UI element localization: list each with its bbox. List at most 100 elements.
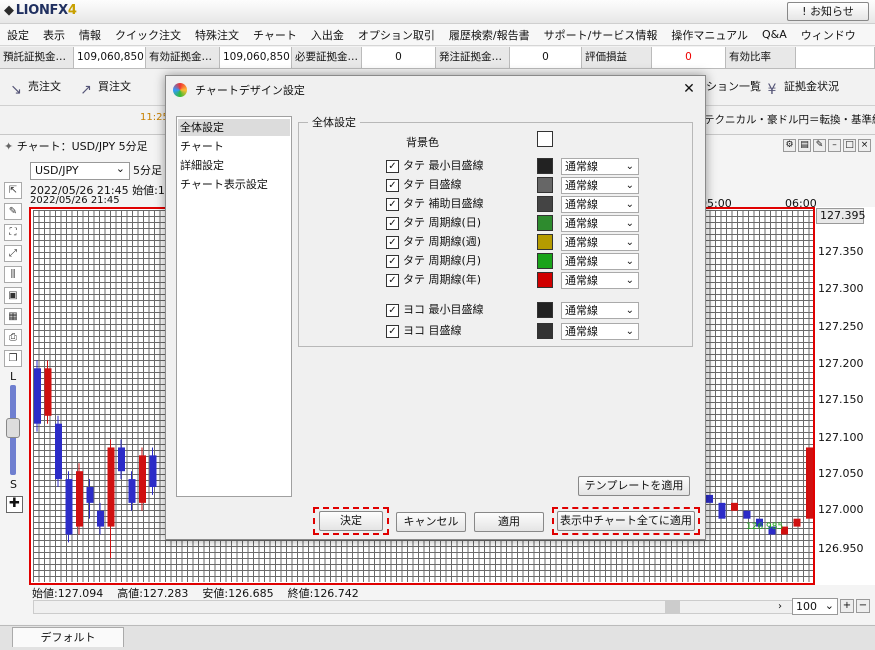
high-value: 高値:127.283 — [117, 587, 189, 600]
line-style-value: 通常線 — [565, 325, 598, 338]
price-tick-label: 127.200 — [818, 357, 864, 370]
line-style-value: 通常線 — [565, 217, 598, 230]
candle-body — [743, 510, 751, 519]
zoom-select[interactable]: 100 ⌄ — [792, 598, 838, 615]
tab-default[interactable]: デフォルト — [12, 627, 124, 647]
chevron-down-icon: ⌄ — [625, 218, 634, 229]
line-style-select[interactable]: 通常線 ⌄ — [561, 253, 639, 270]
line-style-select[interactable]: 通常線 ⌄ — [561, 302, 639, 319]
line-style-select[interactable]: 通常線 ⌄ — [561, 215, 639, 232]
apply-template-button[interactable]: テンプレートを適用 — [578, 476, 690, 496]
candle-body — [806, 447, 813, 519]
settings-nav-item[interactable]: 詳細設定 — [178, 157, 290, 174]
chevron-down-icon: ⌄ — [625, 180, 634, 191]
grid-line-setting: ✓ タテ 周期線(週) — [386, 234, 481, 250]
grid-line-checkbox[interactable]: ✓ — [386, 324, 399, 338]
grid-line-label: ヨコ 最小目盛線 — [403, 303, 484, 316]
settings-nav-item[interactable]: チャート — [178, 138, 290, 155]
apply-button[interactable]: 適用 — [474, 512, 544, 532]
last-price-label: 127.395 — [816, 208, 866, 224]
price-tick-label: 127.300 — [818, 282, 864, 295]
candle-body — [139, 455, 146, 503]
scrollbar-thumb[interactable] — [665, 600, 680, 614]
grid-line-label: ヨコ 目盛線 — [403, 324, 462, 337]
line-color-swatch[interactable] — [537, 302, 553, 318]
line-color-swatch[interactable] — [537, 234, 553, 250]
grid-line-setting: ✓ タテ 周期線(年) — [386, 272, 481, 288]
line-style-select[interactable]: 通常線 ⌄ — [561, 158, 639, 175]
line-style-value: 通常線 — [565, 160, 598, 173]
candle-body — [86, 487, 94, 503]
price-tick-label: 127.050 — [818, 467, 864, 480]
price-tick-label: 126.950 — [818, 542, 864, 555]
time-label: 06:00 — [785, 197, 817, 210]
app-window: ◆ LIONFX4 ! お知らせ 設定 表示 情報 クイック注文 特殊注文 チャート 入出金オ… — [0, 0, 875, 650]
grid-line-label: タテ 周期線(週) — [403, 235, 482, 248]
line-color-swatch[interactable] — [537, 323, 553, 339]
candle-body — [44, 368, 52, 416]
line-style-select[interactable]: 通常線 ⌄ — [561, 323, 639, 340]
indicator-price-label: 126.985 — [746, 522, 784, 532]
grid-line-checkbox[interactable]: ✓ — [386, 159, 399, 173]
dialog-close-button[interactable]: ✕ — [680, 80, 698, 98]
candle-body — [793, 518, 801, 527]
line-style-select[interactable]: 通常線 ⌄ — [561, 196, 639, 213]
price-tick-label: 127.250 — [818, 320, 864, 333]
line-style-select[interactable]: 通常線 ⌄ — [561, 177, 639, 194]
grid-line-setting: ✓ タテ 最小目盛線 — [386, 158, 484, 174]
price-tick-label: 127.000 — [818, 503, 864, 516]
low-value: 安値:126.685 — [202, 587, 274, 600]
line-color-swatch[interactable] — [537, 272, 553, 288]
candle-body — [128, 479, 136, 503]
price-tick-label: 127.100 — [818, 431, 864, 444]
grid-line-checkbox[interactable]: ✓ — [386, 303, 399, 317]
candle-body — [107, 447, 115, 527]
zoom-buttons: + − — [840, 599, 870, 613]
candle-body — [149, 455, 157, 488]
cancel-button[interactable]: キャンセル — [396, 512, 466, 532]
candle-body — [706, 494, 713, 503]
layout-tab-bar — [0, 625, 875, 650]
grid-line-label: タテ 周期線(日) — [403, 216, 482, 229]
grid-line-setting: ✓ タテ 補助目盛線 — [386, 196, 484, 212]
zoom-in-icon[interactable]: + — [840, 599, 854, 613]
line-style-value: 通常線 — [565, 179, 598, 192]
grid-line-setting: ✓ タテ 周期線(日) — [386, 215, 481, 231]
grid-line-checkbox[interactable]: ✓ — [386, 273, 399, 287]
group-label: 全体設定 — [308, 114, 360, 130]
line-color-swatch[interactable] — [537, 215, 553, 231]
line-color-swatch[interactable] — [537, 177, 553, 193]
grid-line-label: タテ 周期線(月) — [403, 254, 482, 267]
price-tick-label: 127.150 — [818, 393, 864, 406]
grid-line-label: タテ 周期線(年) — [403, 273, 482, 286]
ok-button[interactable]: 決定 — [319, 511, 383, 531]
candle-body — [731, 502, 738, 511]
grid-line-label: タテ 補助目盛線 — [403, 197, 484, 210]
grid-line-checkbox[interactable]: ✓ — [386, 197, 399, 211]
grid-line-setting: ✓ ヨコ 目盛線 — [386, 323, 462, 339]
zoom-out-icon[interactable]: − — [856, 599, 870, 613]
line-style-select[interactable]: 通常線 ⌄ — [561, 234, 639, 251]
grid-line-label: タテ 目盛線 — [403, 178, 462, 191]
background-color-swatch[interactable] — [537, 131, 553, 147]
line-style-select[interactable]: 通常線 ⌄ — [561, 272, 639, 289]
line-style-value: 通常線 — [565, 198, 598, 211]
settings-nav-item[interactable]: 全体設定 — [178, 119, 290, 136]
settings-nav-item[interactable]: チャート表示設定 — [178, 176, 290, 193]
chevron-down-icon: ⌄ — [625, 326, 634, 337]
background-color-label: 背景色 — [406, 136, 439, 149]
chevron-down-icon: ⌄ — [625, 275, 634, 286]
line-color-swatch[interactable] — [537, 196, 553, 212]
chevron-down-icon: ⌄ — [625, 161, 634, 172]
line-color-swatch[interactable] — [537, 253, 553, 269]
grid-line-checkbox[interactable]: ✓ — [386, 178, 399, 192]
grid-line-checkbox[interactable]: ✓ — [386, 254, 399, 268]
line-color-swatch[interactable] — [537, 158, 553, 174]
grid-line-checkbox[interactable]: ✓ — [386, 235, 399, 249]
scroll-right-icon[interactable]: › — [778, 601, 782, 612]
apply-all-charts-button[interactable]: 表示中チャート全てに適用 — [557, 511, 695, 531]
grid-line-setting: ✓ ヨコ 最小目盛線 — [386, 302, 484, 318]
grid-line-setting: ✓ タテ 目盛線 — [386, 177, 462, 193]
open-value: 始値:127.094 — [32, 587, 104, 600]
grid-line-checkbox[interactable]: ✓ — [386, 216, 399, 230]
